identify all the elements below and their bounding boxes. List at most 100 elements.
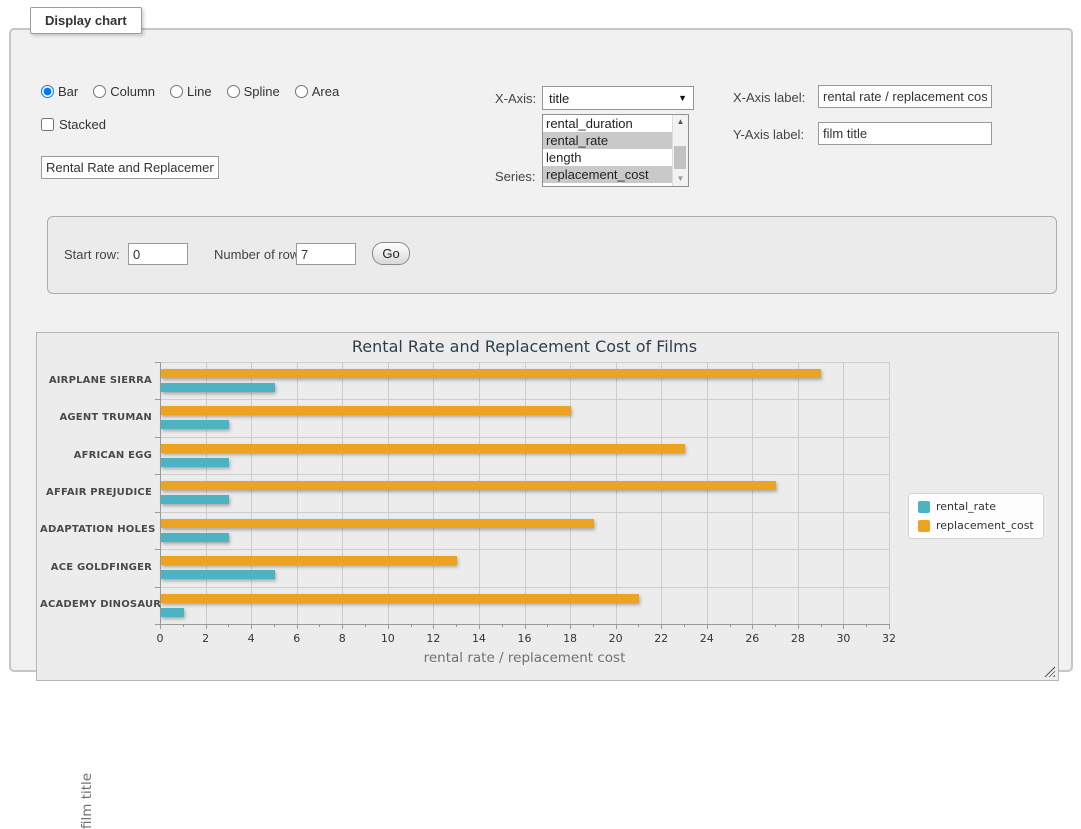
x-tick	[547, 624, 548, 627]
x-tick	[752, 624, 753, 629]
gridline	[388, 362, 389, 624]
scrollbar-thumb[interactable]	[674, 146, 686, 169]
num-rows-input[interactable]	[296, 243, 356, 265]
chart-type-option-area[interactable]: Area	[295, 84, 339, 99]
chart-legend: rental_rate replacement_cost	[908, 493, 1044, 539]
bar-rental_rate[interactable]	[161, 495, 229, 504]
bar-rental_rate[interactable]	[161, 533, 229, 542]
y-tick	[155, 587, 160, 588]
gridline	[160, 549, 889, 550]
x-tick	[889, 624, 890, 629]
category-label: AFRICAN EGG	[40, 450, 152, 461]
x-tick	[661, 624, 662, 629]
y-tick	[155, 362, 160, 363]
y-tick	[155, 512, 160, 513]
chart-type-radio-spline[interactable]	[227, 85, 240, 98]
series-listbox[interactable]: rental_durationrental_ratelengthreplacem…	[542, 114, 689, 187]
x-tick	[707, 624, 708, 629]
x-tick	[183, 624, 184, 627]
x-tick-label: 8	[325, 632, 359, 645]
resize-grip-icon[interactable]	[1044, 666, 1055, 677]
display-chart-tab[interactable]: Display chart	[30, 7, 142, 34]
listbox-scrollbar[interactable]: ▲ ▼	[672, 115, 688, 186]
y-tick	[155, 474, 160, 475]
x-tick	[206, 624, 207, 629]
chart-type-radio-line[interactable]	[170, 85, 183, 98]
bar-replacement_cost[interactable]	[161, 444, 685, 453]
chart-type-label: Line	[187, 84, 212, 99]
x-tick-label: 28	[781, 632, 815, 645]
x-tick-label: 20	[599, 632, 633, 645]
scroll-up-icon[interactable]: ▲	[673, 115, 688, 129]
series-option-rental_duration[interactable]: rental_duration	[543, 115, 672, 132]
x-tick	[274, 624, 275, 627]
x-tick-label: 22	[644, 632, 678, 645]
bar-rental_rate[interactable]	[161, 383, 275, 392]
chart-type-option-bar[interactable]: Bar	[41, 84, 78, 99]
bar-rental_rate[interactable]	[161, 420, 229, 429]
bar-replacement_cost[interactable]	[161, 369, 821, 378]
x-axis-select[interactable]: title ▼	[542, 86, 694, 110]
start-row-input[interactable]	[128, 243, 188, 265]
chart-type-option-column[interactable]: Column	[93, 84, 155, 99]
bar-replacement_cost[interactable]	[161, 556, 457, 565]
y-axis-line	[160, 362, 161, 624]
x-tick	[525, 624, 526, 629]
gridline	[160, 437, 889, 438]
y-axis-title: film title	[79, 773, 95, 829]
chart-type-radio-bar[interactable]	[41, 85, 54, 98]
bar-rental_rate[interactable]	[161, 570, 275, 579]
bar-rental_rate[interactable]	[161, 458, 229, 467]
gridline	[251, 362, 252, 624]
chart-title-input[interactable]	[41, 156, 219, 179]
chart-type-label: Column	[110, 84, 155, 99]
x-tick	[342, 624, 343, 629]
legend-item-rental_rate[interactable]: rental_rate	[918, 500, 1034, 513]
display-chart-panel: BarColumnLineSplineArea Stacked X-Axis: …	[9, 28, 1073, 672]
category-label: ADAPTATION HOLES	[40, 524, 152, 535]
gridline	[433, 362, 434, 624]
category-label: AIRPLANE SIERRA	[40, 375, 152, 386]
category-label: ACADEMY DINOSAUR	[40, 599, 152, 610]
bar-replacement_cost[interactable]	[161, 406, 571, 415]
scroll-down-icon[interactable]: ▼	[673, 172, 688, 186]
x-axis-title: rental rate / replacement cost	[160, 650, 889, 666]
chart-type-radio-area[interactable]	[295, 85, 308, 98]
row-range-box	[47, 216, 1057, 294]
go-button[interactable]: Go	[372, 242, 410, 265]
stacked-checkbox[interactable]	[41, 118, 54, 131]
gridline	[160, 587, 889, 588]
chart-type-label: Area	[312, 84, 339, 99]
chart-type-radio-column[interactable]	[93, 85, 106, 98]
gridline	[525, 362, 526, 624]
x-tick	[570, 624, 571, 629]
gridline	[160, 474, 889, 475]
stacked-option[interactable]: Stacked	[41, 117, 106, 132]
x-tick	[411, 624, 412, 627]
x-axis-label-input[interactable]	[818, 85, 992, 108]
y-axis-label-input[interactable]	[818, 122, 992, 145]
chart-type-option-spline[interactable]: Spline	[227, 84, 280, 99]
x-tick-label: 30	[826, 632, 860, 645]
stacked-label: Stacked	[59, 117, 106, 132]
x-tick-label: 2	[189, 632, 223, 645]
x-tick	[843, 624, 844, 629]
series-option-length[interactable]: length	[543, 149, 672, 166]
bar-replacement_cost[interactable]	[161, 481, 776, 490]
bar-replacement_cost[interactable]	[161, 594, 639, 603]
chart-type-option-line[interactable]: Line	[170, 84, 212, 99]
y-axis-label-caption: Y-Axis label:	[733, 127, 804, 142]
bar-rental_rate[interactable]	[161, 608, 184, 617]
y-tick	[155, 437, 160, 438]
series-option-replacement_cost[interactable]: replacement_cost	[543, 166, 672, 183]
legend-item-replacement_cost[interactable]: replacement_cost	[918, 519, 1034, 532]
x-tick	[228, 624, 229, 627]
series-option-rental_rate[interactable]: rental_rate	[543, 132, 672, 149]
chevron-down-icon: ▼	[678, 93, 687, 103]
x-tick	[866, 624, 867, 627]
x-tick	[821, 624, 822, 627]
gridline	[297, 362, 298, 624]
x-tick	[365, 624, 366, 627]
bar-replacement_cost[interactable]	[161, 519, 594, 528]
x-tick-label: 18	[553, 632, 587, 645]
